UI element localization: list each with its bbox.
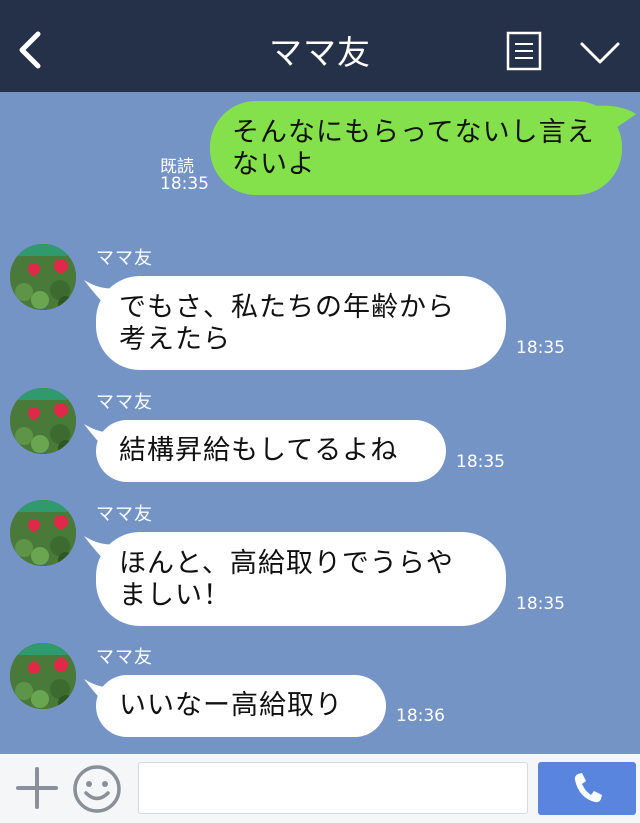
message-time: 18:35 <box>516 338 565 358</box>
chat-header: ママ友 <box>0 0 640 92</box>
call-button[interactable] <box>538 762 636 815</box>
sender-name: ママ友 <box>96 248 153 269</box>
avatar[interactable] <box>10 643 76 709</box>
sent-message-text: そんなにもらってないし言えないよ <box>232 117 595 180</box>
received-message-text: でもさ、私たちの年齢から 考えたら <box>119 292 455 355</box>
menu-lines-icon <box>506 31 542 71</box>
avatar-photo <box>10 388 76 454</box>
emoji-button[interactable] <box>72 764 122 814</box>
input-bar <box>0 754 640 823</box>
phone-icon <box>574 773 602 803</box>
avatar[interactable] <box>10 500 76 566</box>
avatar-photo <box>10 244 76 310</box>
menu-button[interactable] <box>506 31 542 71</box>
sender-name: ママ友 <box>96 647 153 668</box>
received-message-text: ほんと、高給取りでうらや ましい！ <box>119 548 454 611</box>
avatar-photo <box>10 643 76 709</box>
smiley-icon <box>73 765 121 813</box>
message-time: 18:35 <box>456 452 505 472</box>
message-time: 18:36 <box>396 706 445 726</box>
message-input[interactable] <box>138 762 528 814</box>
avatar-photo <box>10 500 76 566</box>
add-button[interactable] <box>15 766 59 810</box>
chevron-down-icon <box>580 42 620 64</box>
collapse-button[interactable] <box>578 38 622 68</box>
sender-name: ママ友 <box>96 504 153 525</box>
chat-title: ママ友 <box>269 33 371 72</box>
plus-icon <box>16 767 58 809</box>
received-message-text: 結構昇給もしてるよね <box>119 435 399 466</box>
message-time: 18:35 <box>516 594 565 614</box>
avatar[interactable] <box>10 388 76 454</box>
message-time: 18:35 <box>160 174 209 194</box>
avatar[interactable] <box>10 244 76 310</box>
sender-name: ママ友 <box>96 392 153 413</box>
received-message-text: いいなー高給取り <box>119 690 343 721</box>
chat-area[interactable]: そんなにもらってないし言えないよ 既読 18:35 ママ友 でもさ、私たちの年齢… <box>0 92 640 754</box>
